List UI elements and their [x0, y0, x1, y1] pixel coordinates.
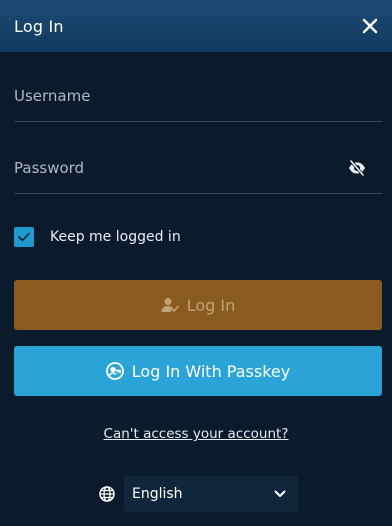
cant-access-account-link[interactable]: Can't access your account?: [0, 426, 392, 442]
chevron-down-icon: [274, 486, 286, 502]
modal-header: Log In: [0, 0, 392, 52]
passkey-button-label: Log In With Passkey: [131, 361, 291, 381]
login-button[interactable]: Log In: [14, 280, 382, 330]
keep-logged-in-row: Keep me logged in: [14, 226, 181, 248]
language-selected-value: English: [132, 486, 183, 502]
eye-slash-icon[interactable]: [346, 157, 368, 179]
close-icon[interactable]: [360, 16, 380, 36]
password-field-row: [14, 142, 382, 194]
check-icon: [18, 232, 30, 242]
language-select[interactable]: English: [124, 476, 298, 512]
user-check-icon: [161, 297, 179, 313]
passkey-login-button[interactable]: Log In With Passkey: [14, 346, 382, 396]
login-button-label: Log In: [186, 295, 236, 315]
passkey-icon: [105, 362, 124, 380]
password-input[interactable]: [14, 158, 334, 177]
keep-logged-in-label: Keep me logged in: [50, 229, 181, 245]
language-selector-row: English: [98, 476, 298, 512]
username-input[interactable]: [14, 86, 334, 105]
username-field-row: [14, 70, 382, 122]
keep-logged-in-checkbox[interactable]: [14, 227, 34, 247]
globe-icon: [98, 485, 116, 503]
page-title: Log In: [14, 16, 64, 36]
